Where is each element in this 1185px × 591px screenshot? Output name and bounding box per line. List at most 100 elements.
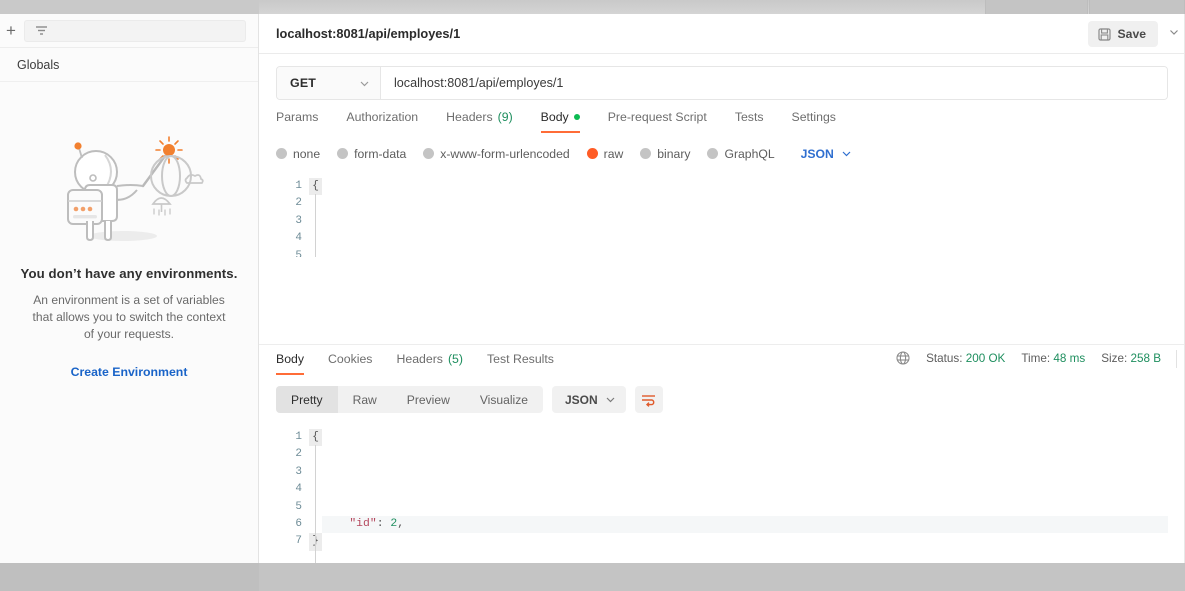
body-type-form-data-label: form-data xyxy=(354,146,407,161)
method-chevron-down-icon xyxy=(360,81,369,86)
radio-icon-binary xyxy=(640,148,652,159)
tab-headers-label: Headers xyxy=(446,110,493,124)
bottom-overlay-left xyxy=(0,563,259,591)
response-section: Body Cookies Headers (5) Test Results St… xyxy=(259,344,1185,591)
response-format-chevron-down-icon xyxy=(606,397,615,403)
response-format-label: JSON xyxy=(565,392,598,407)
response-tab-body[interactable]: Body xyxy=(276,352,305,375)
request-line-number: 3 xyxy=(295,214,302,227)
response-tab-headers-count: (5) xyxy=(447,352,463,366)
empty-state-title: You don’t have any environments. xyxy=(20,266,238,281)
radio-icon-none xyxy=(276,148,287,159)
view-pretty-label: Pretty xyxy=(291,392,323,407)
response-fold-open[interactable]: { xyxy=(309,429,322,447)
response-tab-body-label: Body xyxy=(276,352,305,366)
radio-icon-urlencoded xyxy=(423,148,435,159)
tab-headers[interactable]: Headers (9) xyxy=(446,110,513,133)
size-group: Size: 258 B xyxy=(1101,352,1161,365)
radio-icon-raw xyxy=(586,148,598,159)
body-type-binary[interactable]: binary xyxy=(640,147,690,161)
body-type-binary-label: binary xyxy=(657,146,691,161)
method-selector[interactable]: GET xyxy=(277,67,381,99)
request-line-numbers: 1 2 3 4 5 6 xyxy=(276,172,309,257)
request-format-selector[interactable]: JSON xyxy=(801,147,852,161)
bottom-overlay-bar xyxy=(0,563,1185,591)
response-view-segments: Pretty Raw Preview Visualize xyxy=(276,386,543,413)
tab-pre-request-script[interactable]: Pre-request Script xyxy=(608,110,707,133)
response-line-number: 6 xyxy=(295,518,302,531)
size-label: Size: xyxy=(1101,351,1128,365)
url-bar: GET localhost:8081/api/employes/1 xyxy=(276,66,1168,100)
status-value: 200 OK xyxy=(965,351,1006,365)
time-group: Time: 48 ms xyxy=(1021,352,1085,365)
radio-icon-form-data xyxy=(337,148,349,159)
time-label: Time: xyxy=(1021,351,1051,365)
top-strip-tab-2[interactable] xyxy=(1089,0,1185,14)
response-format-selector[interactable]: JSON xyxy=(552,386,626,413)
tab-params-label: Params xyxy=(276,110,319,124)
response-tab-cookies[interactable]: Cookies xyxy=(328,352,372,375)
response-tabs: Body Cookies Headers (5) Test Results St… xyxy=(259,344,1185,375)
request-line-number: 5 xyxy=(295,249,302,257)
url-row: GET localhost:8081/api/employes/1 xyxy=(259,54,1185,100)
tab-tests-label: Tests xyxy=(734,110,764,124)
response-tab-test-results[interactable]: Test Results xyxy=(487,352,554,375)
request-code-wrap: 1 2 3 4 5 6 { } ····"firstName":"Pedro", xyxy=(276,172,1185,257)
body-type-graphql-label: GraphQL xyxy=(724,146,775,161)
time-value: 48 ms xyxy=(1053,351,1086,365)
environments-sidebar: + Globals You don’t have any environment… xyxy=(0,14,259,563)
body-type-raw[interactable]: raw xyxy=(586,147,623,161)
tab-settings[interactable]: Settings xyxy=(792,110,836,133)
top-strip-left xyxy=(0,0,259,14)
body-type-form-data[interactable]: form-data xyxy=(337,147,406,161)
status-bar-divider xyxy=(1176,350,1177,368)
tab-tests[interactable]: Tests xyxy=(735,110,764,133)
request-fold-rail[interactable]: { } xyxy=(309,172,322,257)
create-environment-link[interactable]: Create Environment xyxy=(14,365,244,379)
sidebar-toolbar: + xyxy=(0,14,258,48)
globe-icon[interactable] xyxy=(896,351,910,365)
tab-headers-count: (9) xyxy=(497,110,513,124)
response-line-number: 2 xyxy=(295,448,302,461)
body-type-graphql[interactable]: GraphQL xyxy=(707,146,775,161)
sidebar-item-globals-label: Globals xyxy=(17,57,60,72)
status-label: Status: xyxy=(926,351,963,365)
sidebar-filter-field[interactable] xyxy=(24,19,246,42)
sidebar-item-globals[interactable]: Globals xyxy=(0,48,258,82)
response-line-number: 7 xyxy=(295,535,302,548)
tab-body-label: Body xyxy=(540,110,569,124)
request-line-number: 4 xyxy=(295,232,302,245)
wrap-lines-button[interactable] xyxy=(634,386,663,413)
view-raw-label: Raw xyxy=(352,392,377,407)
request-code-line xyxy=(322,213,1185,230)
tab-body[interactable]: Body xyxy=(540,110,580,133)
body-type-none[interactable]: none xyxy=(276,147,320,161)
tab-authorization[interactable]: Authorization xyxy=(346,110,418,133)
save-options-chevron-down-icon[interactable] xyxy=(1169,27,1179,37)
view-visualize[interactable]: Visualize xyxy=(465,386,543,413)
view-raw[interactable]: Raw xyxy=(338,386,392,413)
body-type-none-label: none xyxy=(293,146,321,161)
save-button[interactable]: Save xyxy=(1087,21,1158,47)
astronaut-illustration xyxy=(67,136,204,242)
url-input[interactable]: localhost:8081/api/employes/1 xyxy=(381,67,1167,99)
tab-params[interactable]: Params xyxy=(276,110,318,133)
empty-state-description: An environment is a set of variables tha… xyxy=(32,293,226,341)
body-type-urlencoded-label: x-www-form-urlencoded xyxy=(440,146,570,161)
request-body-editor[interactable]: 1 2 3 4 5 6 { } ····"firstName":"Pedro", xyxy=(276,172,1185,257)
response-tab-headers[interactable]: Headers (5) xyxy=(396,352,463,375)
body-type-radios: none form-data x-www-form-urlencoded raw… xyxy=(259,133,1185,163)
view-pretty[interactable]: Pretty xyxy=(276,386,338,413)
view-preview[interactable]: Preview xyxy=(392,386,465,413)
add-environment-button[interactable]: + xyxy=(0,16,22,46)
request-fold-open[interactable]: { xyxy=(309,178,322,196)
request-code-lines: ····"firstName":"Pedro", ····"lastName":… xyxy=(322,172,1185,257)
size-value: 258 B xyxy=(1130,351,1161,365)
top-strip-tab-1[interactable] xyxy=(985,0,1088,14)
wrap-lines-icon xyxy=(642,394,656,407)
body-modified-dot-icon xyxy=(573,114,580,120)
status-group: Status: 200 OK xyxy=(926,352,1005,365)
request-format-label: JSON xyxy=(800,146,834,161)
body-type-urlencoded[interactable]: x-www-form-urlencoded xyxy=(423,146,570,161)
save-button-label: Save xyxy=(1117,27,1146,41)
